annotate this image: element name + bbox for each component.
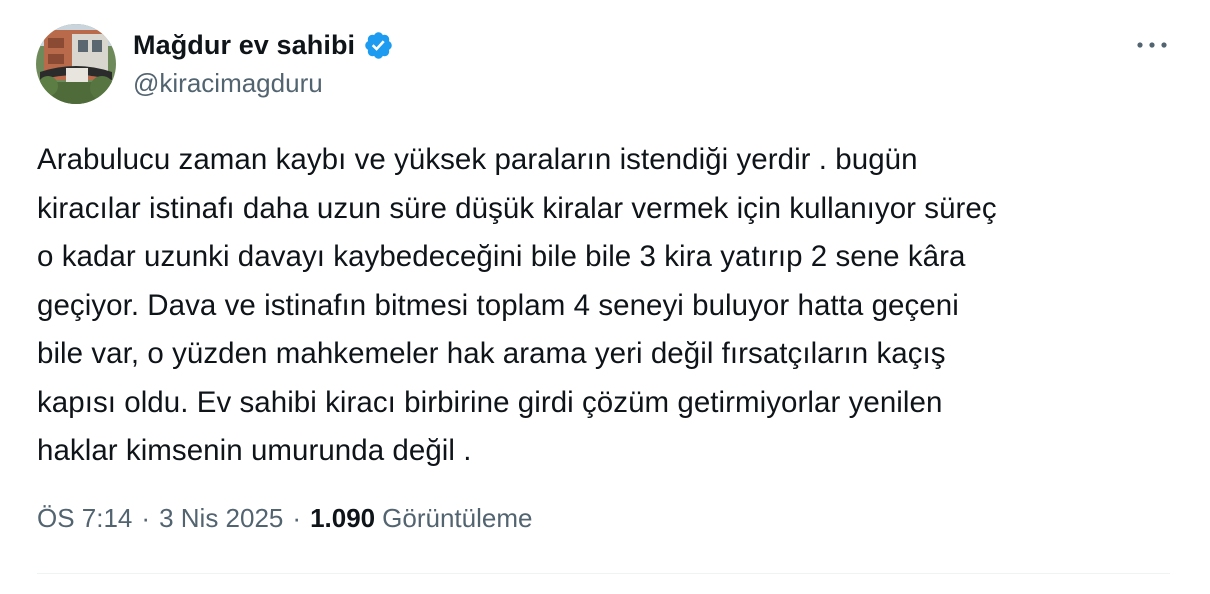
meta-separator: ·: [141, 503, 151, 533]
more-horizontal-icon: [1137, 42, 1167, 48]
meta-separator: ·: [292, 503, 302, 533]
tweet-meta: ÖS 7:14 · 3 Nis 2025 · 1.090 Görüntüleme: [37, 503, 532, 534]
tweet-text: Arabulucu zaman kaybı ve yüksek paraları…: [37, 143, 997, 467]
more-options-button[interactable]: [1134, 30, 1170, 60]
author-display-name[interactable]: Mağdur ev sahibi: [133, 30, 355, 61]
views-count[interactable]: 1.090: [310, 503, 375, 534]
tweet-card: Mağdur ev sahibi @kiracimagduru Arabuluc…: [0, 0, 1210, 594]
verified-badge-icon[interactable]: [363, 30, 394, 61]
tweet-time[interactable]: ÖS 7:14: [37, 503, 132, 534]
author-handle[interactable]: @kiracimagduru: [133, 68, 323, 99]
tweet-date[interactable]: 3 Nis 2025: [159, 503, 283, 534]
avatar[interactable]: [36, 24, 116, 104]
divider: [37, 573, 1170, 574]
author-name-row: Mağdur ev sahibi: [133, 28, 394, 62]
avatar-image: [36, 24, 116, 104]
views-label[interactable]: Görüntüleme: [382, 503, 532, 534]
